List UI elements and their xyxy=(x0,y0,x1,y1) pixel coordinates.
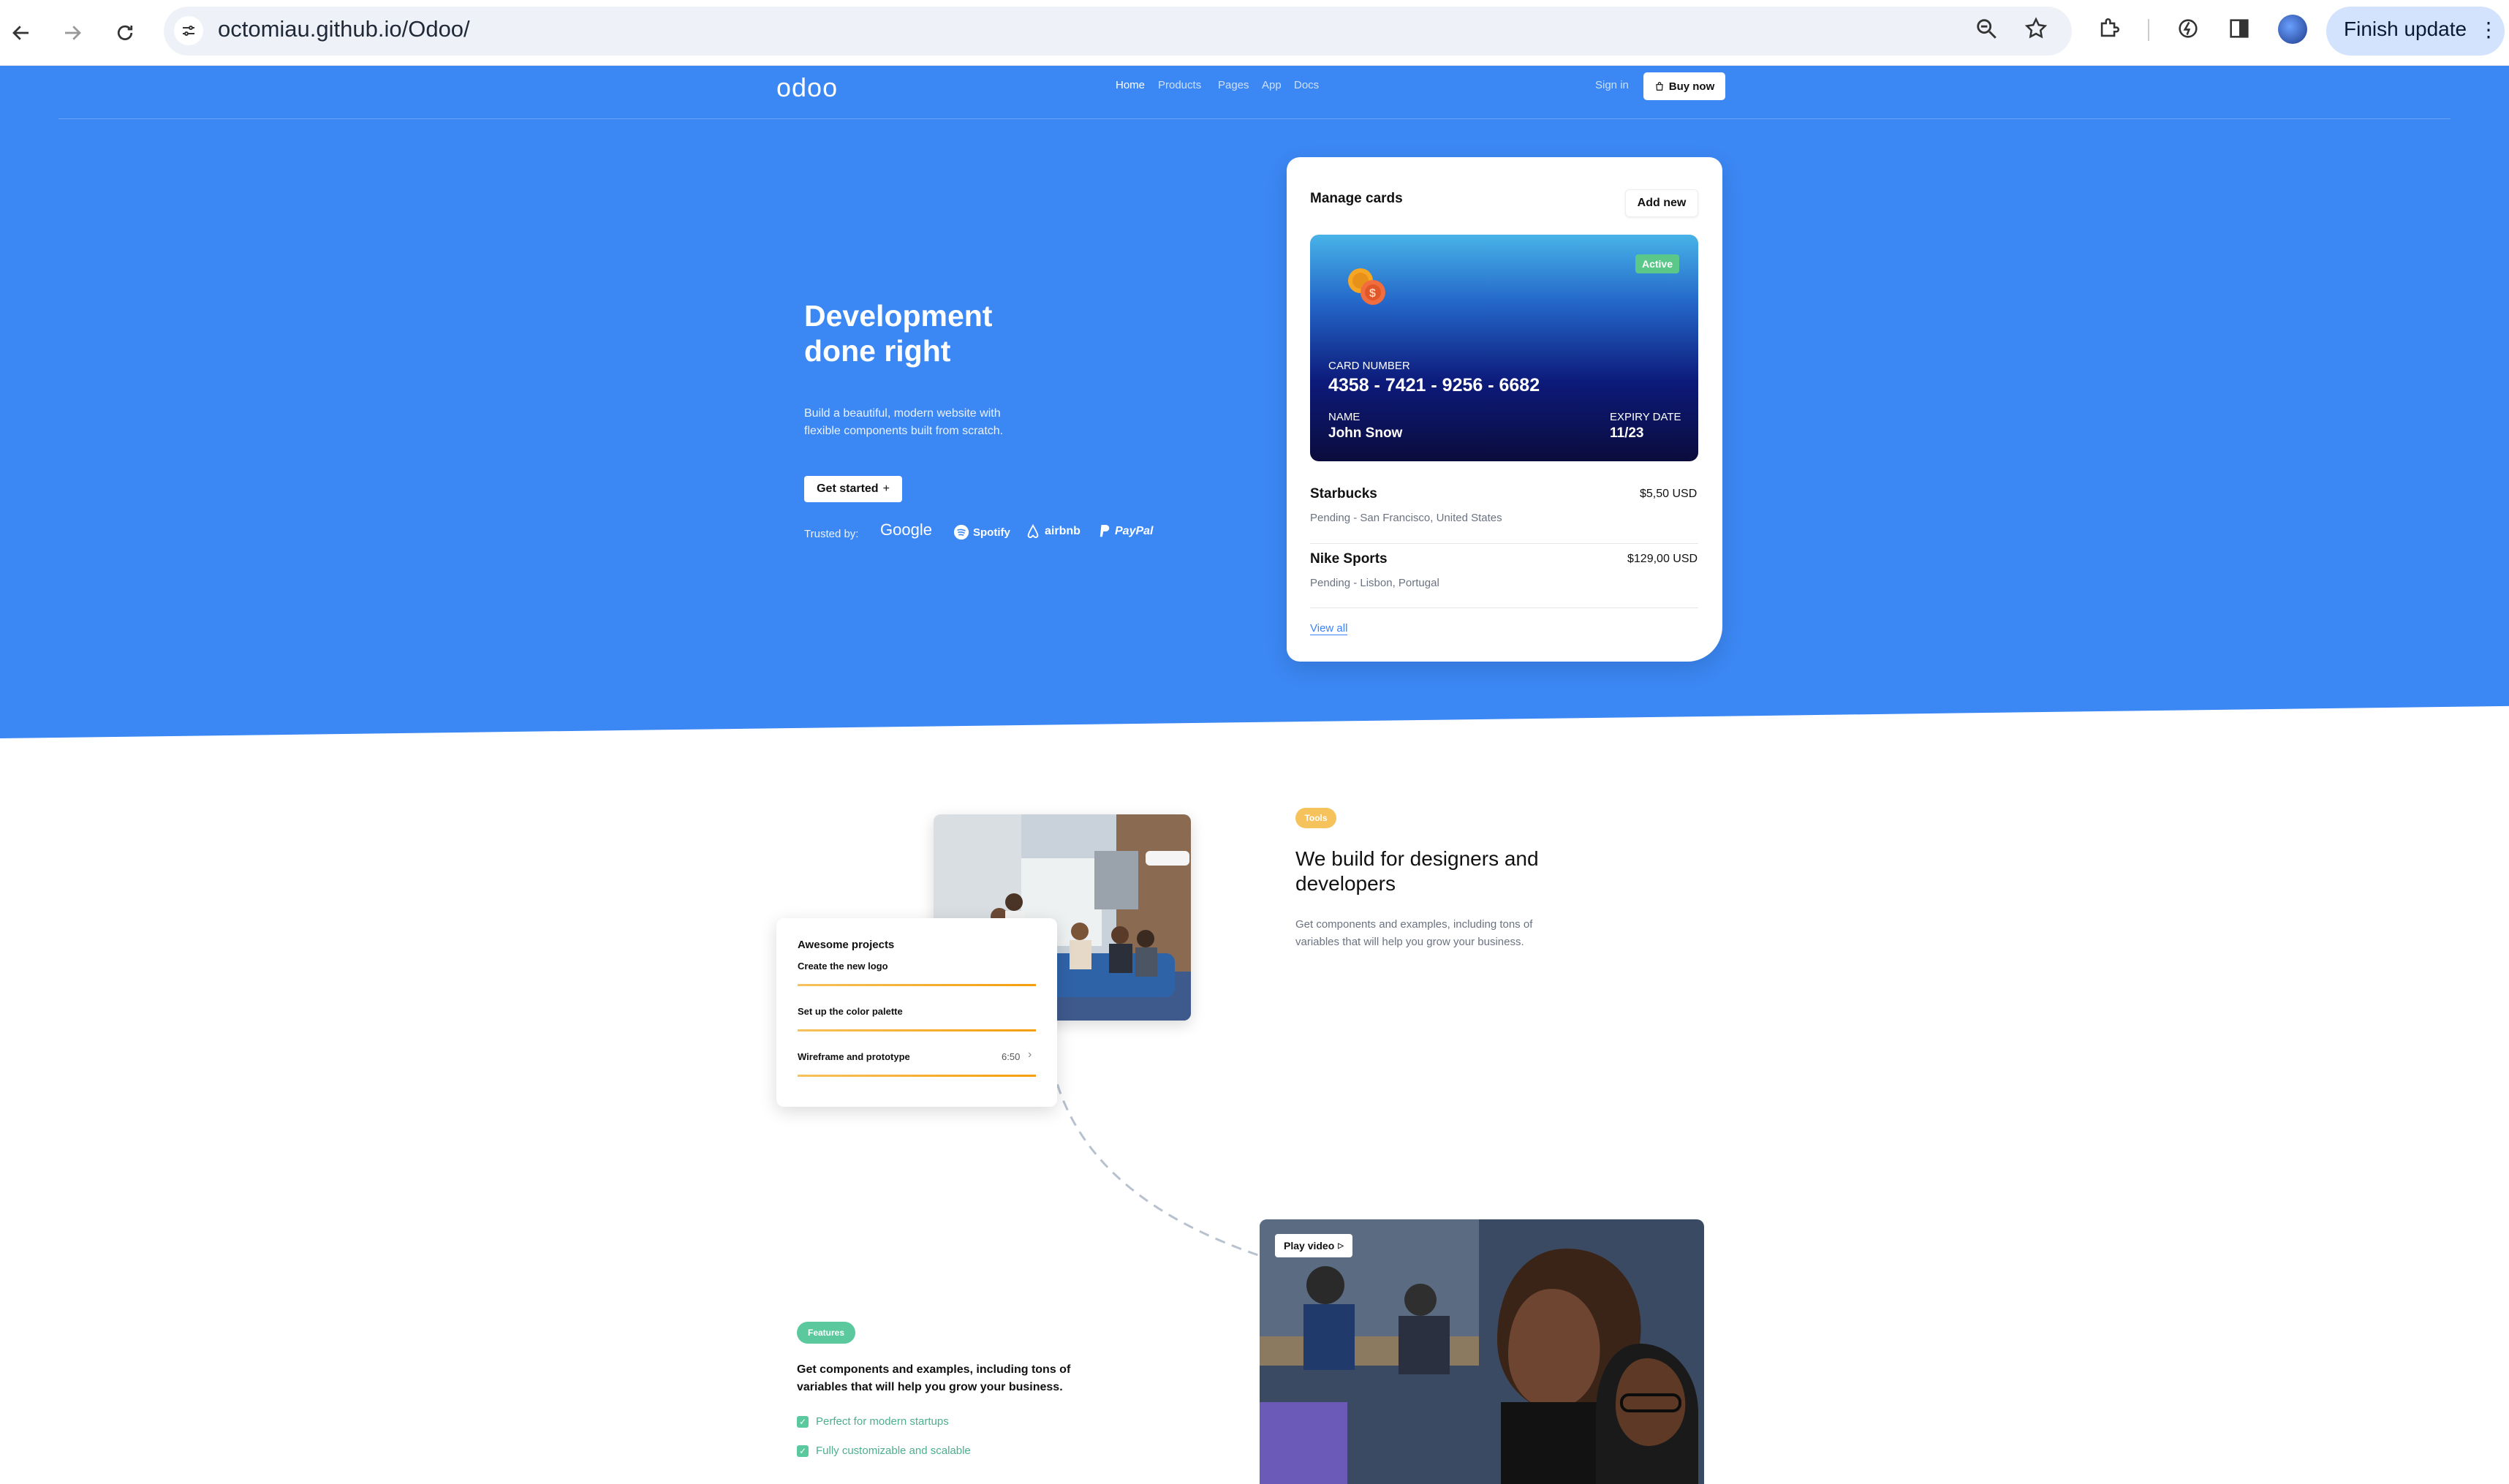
svg-text:$: $ xyxy=(1369,287,1376,300)
brand-paypal-name: PayPal xyxy=(1115,525,1154,537)
tools-description: Get components and examples, including t… xyxy=(1295,916,1573,951)
zoom-icon[interactable] xyxy=(1974,16,1999,45)
trusted-by-label: Trusted by: xyxy=(804,528,859,540)
feature-item: ✓ Fully customizable and scalable xyxy=(797,1445,971,1457)
coins-icon: $ xyxy=(1342,263,1393,318)
card-name-label: NAME xyxy=(1328,411,1361,423)
hero-section xyxy=(0,66,2509,738)
menu-kebab-icon[interactable]: ⋮ xyxy=(2478,18,2499,42)
tools-title-line-2: developers xyxy=(1295,872,1396,895)
airbnb-icon xyxy=(1027,523,1039,538)
reload-icon[interactable] xyxy=(107,15,143,51)
hero-subtitle: Build a beautiful, modern website with f… xyxy=(804,405,1045,440)
brand-airbnb-name: airbnb xyxy=(1045,525,1081,537)
transaction-amount: $129,00 USD xyxy=(1627,553,1698,565)
hero-subtitle-line-1: Build a beautiful, modern website with xyxy=(804,407,1001,420)
performance-icon[interactable] xyxy=(2176,16,2200,45)
brand-airbnb-logo: airbnb xyxy=(1025,523,1081,540)
card-expiry-date: 11/23 xyxy=(1610,425,1644,441)
finish-update-label: Finish update xyxy=(2344,18,2467,40)
sign-in-link[interactable]: Sign in xyxy=(1595,79,1629,91)
buy-now-label: Buy now xyxy=(1668,80,1715,93)
chevron-right-icon[interactable]: › xyxy=(1028,1048,1032,1061)
card-holder-name: John Snow xyxy=(1328,425,1403,441)
dashed-connector xyxy=(1051,1067,1265,1259)
card-number: 4358 - 7421 - 9256 - 6682 xyxy=(1328,375,1540,395)
nav-link-products[interactable]: Products xyxy=(1158,79,1201,91)
project-task[interactable]: Set up the color palette xyxy=(798,1006,903,1017)
brand-spotify-name: Spotify xyxy=(973,526,1010,539)
projects-title: Awesome projects xyxy=(798,939,895,951)
transaction-detail: Pending - San Francisco, United States xyxy=(1310,512,1502,524)
paypal-icon xyxy=(1100,525,1110,537)
features-text: Get components and examples, including t… xyxy=(797,1361,1104,1396)
tools-title-line-1: We build for designers and xyxy=(1295,847,1539,870)
get-started-button[interactable]: Get started + xyxy=(804,476,902,502)
brand-google-name: Google xyxy=(880,520,932,539)
play-video-button[interactable]: Play video ▷ xyxy=(1275,1234,1352,1257)
site-logo[interactable]: odoo xyxy=(776,72,838,103)
view-all-link[interactable]: View all xyxy=(1310,622,1348,635)
nav-divider xyxy=(58,118,2451,119)
nav-link-pages[interactable]: Pages xyxy=(1218,79,1249,91)
hero-title: Development done right xyxy=(804,298,1111,368)
hero-title-line-1: Development xyxy=(804,299,993,333)
features-text-line-2: variables that will help you grow your b… xyxy=(797,1381,1063,1393)
play-video-label: Play video xyxy=(1284,1240,1335,1252)
task-time: 6:50 xyxy=(1002,1051,1021,1062)
card-status-badge: Active xyxy=(1635,254,1679,273)
shopping-bag-icon xyxy=(1656,82,1663,91)
developers-working-photo xyxy=(1260,1219,1704,1484)
checkbox-check-icon: ✓ xyxy=(797,1415,809,1428)
transaction-detail: Pending - Lisbon, Portugal xyxy=(1310,577,1439,589)
card-number-label: CARD NUMBER xyxy=(1328,360,1410,372)
forward-icon[interactable] xyxy=(54,15,91,51)
play-icon: ▷ xyxy=(1338,1241,1344,1250)
tools-description-line-1: Get components and examples, including t… xyxy=(1295,918,1533,931)
get-started-label: Get started xyxy=(817,482,879,495)
site-settings-icon[interactable] xyxy=(174,16,203,45)
nav-link-home[interactable]: Home xyxy=(1116,79,1145,91)
card-expiry-label: EXPIRY DATE xyxy=(1610,411,1681,423)
nav-link-docs[interactable]: Docs xyxy=(1294,79,1319,91)
tools-badge: Tools xyxy=(1295,808,1336,828)
task-progress-bar xyxy=(798,1075,1036,1077)
task-divider xyxy=(798,984,1036,985)
transaction-divider xyxy=(1310,543,1698,544)
transaction-merchant: Starbucks xyxy=(1310,486,1377,501)
hero-title-line-2: done right xyxy=(804,334,951,368)
project-task[interactable]: Wireframe and prototype xyxy=(798,1051,910,1062)
brand-spotify-logo: Spotify xyxy=(953,524,1010,540)
feature-item: ✓ Perfect for modern startups xyxy=(797,1415,949,1428)
brand-paypal-logo: PayPal xyxy=(1098,523,1153,540)
features-text-line-1: Get components and examples, including t… xyxy=(797,1363,1071,1376)
back-icon[interactable] xyxy=(3,15,39,51)
task-progress-bar xyxy=(798,1029,1036,1031)
manage-cards-title: Manage cards xyxy=(1310,191,1403,206)
transaction-divider xyxy=(1310,607,1698,608)
nav-link-app[interactable]: App xyxy=(1262,79,1282,91)
add-new-button[interactable]: Add new xyxy=(1625,189,1698,217)
hero-subtitle-line-2: flexible components built from scratch. xyxy=(804,425,1004,437)
plus-icon: + xyxy=(882,482,890,495)
checkbox-check-icon: ✓ xyxy=(797,1445,809,1457)
buy-now-button[interactable]: Buy now xyxy=(1643,72,1725,100)
feature-item-label: Fully customizable and scalable xyxy=(816,1445,971,1457)
side-panel-icon[interactable] xyxy=(2227,16,2252,45)
transaction-merchant: Nike Sports xyxy=(1310,551,1388,567)
transaction-amount: $5,50 USD xyxy=(1640,488,1698,500)
tools-description-line-2: variables that will help you grow your b… xyxy=(1295,936,1524,948)
project-task[interactable]: Create the new logo xyxy=(798,961,888,972)
brand-google-logo: Google xyxy=(880,520,932,540)
features-badge: Features xyxy=(797,1322,855,1344)
extensions-icon[interactable] xyxy=(2097,16,2122,45)
profile-avatar[interactable] xyxy=(2278,15,2307,44)
bookmark-star-icon[interactable] xyxy=(2024,16,2048,45)
feature-item-label: Perfect for modern startups xyxy=(816,1415,949,1428)
tools-title: We build for designers and developers xyxy=(1295,847,1602,896)
url-text[interactable]: octomiau.github.io/Odoo/ xyxy=(218,16,470,42)
spotify-icon xyxy=(953,524,969,540)
toolbar-divider xyxy=(2148,19,2149,41)
